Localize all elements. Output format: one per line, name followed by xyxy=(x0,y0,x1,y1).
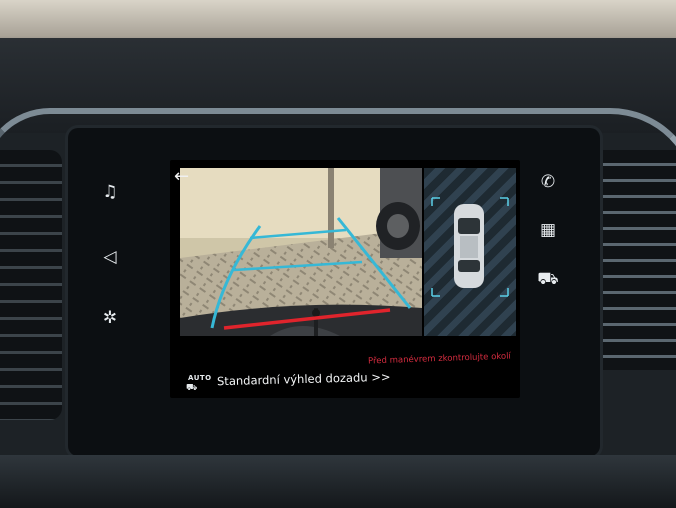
car-mode-icon: ⛟ xyxy=(186,383,198,393)
fan-icon[interactable]: ✲ xyxy=(98,308,122,328)
phone-icon[interactable]: ✆ xyxy=(536,172,560,192)
music-note-icon[interactable]: ♫ xyxy=(98,182,122,202)
overhead-car-diagram xyxy=(431,197,509,297)
rear-camera-view xyxy=(180,168,422,336)
parking-guide-lines xyxy=(210,217,412,330)
left-air-vent xyxy=(0,150,62,420)
navigation-icon[interactable]: ◁ xyxy=(98,247,122,267)
mid-distance-line xyxy=(233,260,363,272)
left-trajectory-line xyxy=(210,225,262,329)
camera-status-bar: AUTO ⛟ Standardní výhled dozadu >> Před … xyxy=(174,338,518,396)
auto-mode-label: AUTO xyxy=(188,374,212,382)
far-distance-line xyxy=(249,228,347,240)
car-icon[interactable]: ⛟ xyxy=(536,269,560,289)
view-mode-button[interactable]: Standardní výhled dozadu >> xyxy=(217,370,391,389)
dashboard-bottom xyxy=(0,455,676,508)
stop-line xyxy=(223,308,391,330)
apps-grid-icon[interactable]: ▦ xyxy=(536,220,560,240)
back-arrow-icon[interactable]: ← xyxy=(174,168,198,188)
overhead-parking-view xyxy=(424,168,516,336)
safety-warning: Před manévrem zkontrolujte okolí xyxy=(367,351,512,367)
